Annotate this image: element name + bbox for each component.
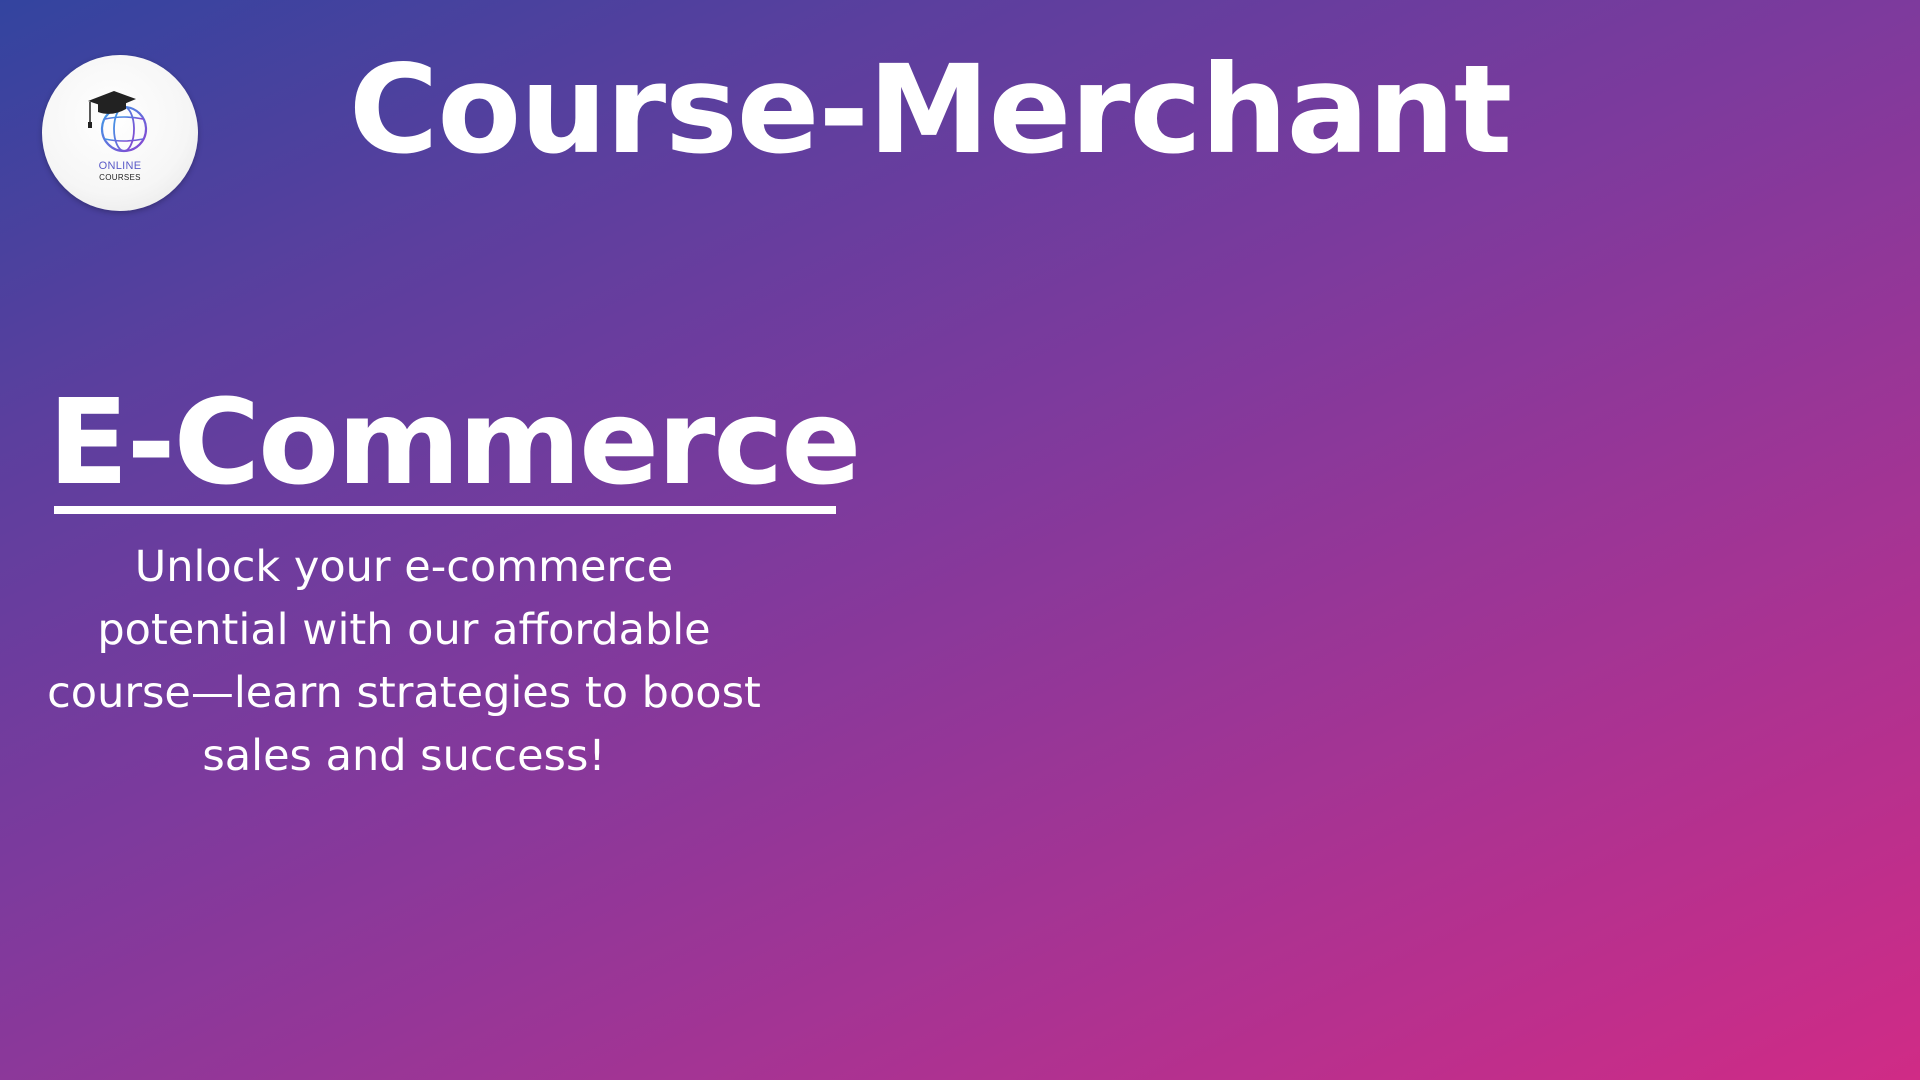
online-courses-logo: ONLINE COURSES [42,55,198,211]
section-title-underline [54,506,836,514]
section-title: E-Commerce [48,373,861,511]
course-description: Unlock your e-commerce potential with ou… [47,542,761,781]
logo-text-courses: COURSES [99,173,141,182]
brand-title: Course-Merchant [348,39,1512,181]
logo-text-online: ONLINE [98,160,142,172]
graduation-globe-icon [88,91,148,153]
